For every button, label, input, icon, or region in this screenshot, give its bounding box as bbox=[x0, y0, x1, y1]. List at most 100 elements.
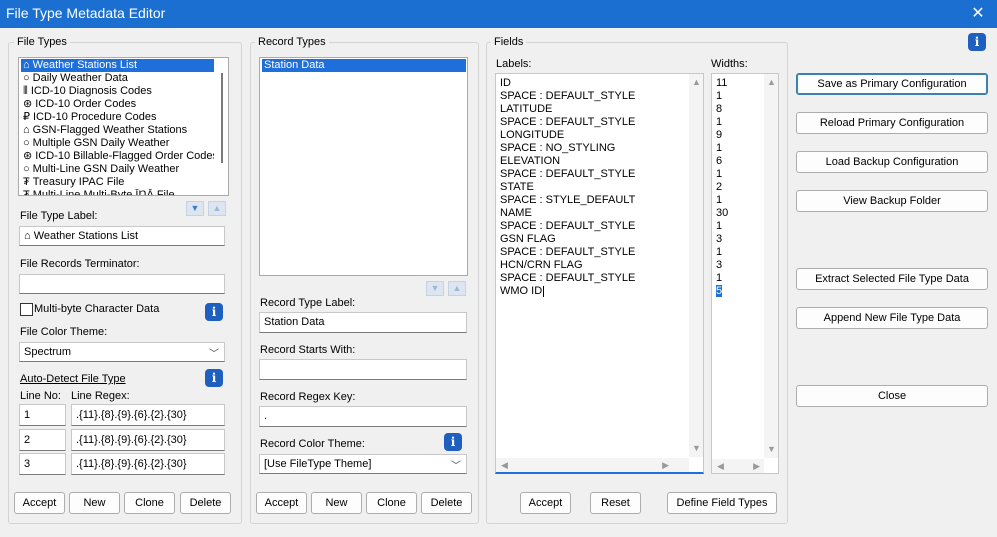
field-width-value: 1 bbox=[716, 194, 723, 206]
field-label-line: SPACE : DEFAULT_STYLE bbox=[500, 168, 636, 180]
file-type-move-up-button[interactable]: ▲ bbox=[208, 201, 226, 216]
scroll-up-icon[interactable]: ▲ bbox=[767, 77, 776, 87]
field-label-line: SPACE : DEFAULT_STYLE bbox=[500, 220, 636, 232]
labels-vertical-scrollbar[interactable]: ▲ ▼ bbox=[689, 74, 703, 457]
record-starts-with-input[interactable] bbox=[259, 359, 467, 380]
field-label-line: ID bbox=[500, 77, 511, 89]
multibyte-checkbox[interactable] bbox=[20, 303, 33, 316]
widths-textarea[interactable]: 11 1 8 1 9 1 6 1 2 1 30 1 3 1 3 1 5 ▲ ▼ ◀ ▶ bbox=[711, 73, 779, 474]
list-item[interactable]: ⌂ Weather Stations List bbox=[21, 59, 214, 72]
record-type-delete-button[interactable]: Delete bbox=[421, 492, 472, 514]
list-item[interactable]: ⦀ ICD-10 Diagnosis Codes bbox=[21, 85, 214, 98]
list-item[interactable]: ₮ Treasury IPAC File bbox=[21, 176, 214, 189]
line-regex-input-1[interactable]: .{11}.{8}.{9}.{6}.{2}.{30} bbox=[71, 404, 225, 426]
widths-vertical-scrollbar[interactable]: ▲ ▼ bbox=[764, 74, 778, 458]
file-type-accept-button[interactable]: Accept bbox=[14, 492, 65, 514]
define-field-types-button[interactable]: Define Field Types bbox=[667, 492, 777, 514]
chevron-up-icon: ▲ bbox=[212, 203, 222, 213]
line-no-input-2[interactable]: 2 bbox=[19, 429, 66, 451]
append-file-type-data-button[interactable]: Append New File Type Data bbox=[796, 307, 988, 329]
field-width-line: 1 bbox=[716, 272, 728, 285]
record-color-theme-select[interactable]: [Use FileType Theme] ﹀ bbox=[259, 454, 467, 474]
file-type-name: Multi-Line Multi-Byte ĪŊĀ File bbox=[32, 189, 175, 196]
file-types-scrollbar[interactable] bbox=[217, 59, 227, 194]
fields-accept-button[interactable]: Accept bbox=[520, 492, 571, 514]
widths-horizontal-scrollbar[interactable]: ◀ ▶ bbox=[712, 459, 764, 473]
fields-reset-button[interactable]: Reset bbox=[590, 492, 641, 514]
record-types-list[interactable]: Station Data bbox=[259, 57, 468, 276]
file-type-name: ICD-10 Order Codes bbox=[35, 98, 137, 110]
field-label-line: SPACE : DEFAULT_STYLE bbox=[500, 272, 636, 284]
field-width-line: 8 bbox=[716, 103, 728, 116]
field-width-value: 3 bbox=[716, 259, 723, 271]
extract-file-type-data-button[interactable]: Extract Selected File Type Data bbox=[796, 268, 988, 290]
reload-primary-config-button[interactable]: Reload Primary Configuration bbox=[796, 112, 988, 134]
multibyte-label: Multi-byte Character Data bbox=[34, 303, 160, 315]
record-type-label-input[interactable]: Station Data bbox=[259, 312, 467, 333]
line-no-caption: Line No: bbox=[20, 390, 61, 402]
record-type-clone-button[interactable]: Clone bbox=[366, 492, 417, 514]
list-item[interactable]: Station Data bbox=[262, 59, 466, 72]
field-width-value: 11 bbox=[716, 77, 728, 89]
info-icon[interactable]: i bbox=[205, 303, 223, 321]
scroll-right-icon[interactable]: ▶ bbox=[753, 461, 760, 472]
field-width-line: 1 bbox=[716, 90, 728, 103]
line-regex-input-2[interactable]: .{11}.{8}.{9}.{6}.{2}.{30} bbox=[71, 429, 225, 451]
file-type-clone-button[interactable]: Clone bbox=[124, 492, 175, 514]
chevron-down-icon: ▼ bbox=[430, 283, 440, 293]
file-types-list[interactable]: ⌂ Weather Stations List ○ Daily Weather Dat… bbox=[18, 57, 229, 196]
view-backup-folder-button[interactable]: View Backup Folder bbox=[796, 190, 988, 212]
file-color-theme-select[interactable]: Spectrum ﹀ bbox=[19, 342, 225, 362]
record-type-accept-button[interactable]: Accept bbox=[256, 492, 307, 514]
field-width-line: 2 bbox=[716, 181, 728, 194]
record-regex-key-caption: Record Regex Key: bbox=[260, 391, 356, 403]
list-item[interactable]: ⌂ GSN-Flagged Weather Stations bbox=[21, 124, 214, 137]
scroll-left-icon[interactable]: ◀ bbox=[501, 460, 508, 471]
labels-textarea[interactable]: ID SPACE : DEFAULT_STYLE LATITUDE SPACE : D… bbox=[495, 73, 704, 474]
field-width-value: 6 bbox=[716, 155, 723, 167]
list-item[interactable]: ○ Multi-Line GSN Daily Weather bbox=[21, 163, 214, 176]
scroll-down-icon[interactable]: ▼ bbox=[692, 443, 701, 453]
line-regex-input-3[interactable]: .{11}.{8}.{9}.{6}.{2}.{30} bbox=[71, 453, 225, 475]
field-width-line: 1 bbox=[716, 168, 728, 181]
load-backup-config-button[interactable]: Load Backup Configuration bbox=[796, 151, 988, 173]
scroll-down-icon[interactable]: ▼ bbox=[767, 444, 776, 454]
file-type-name: ICD-10 Procedure Codes bbox=[33, 111, 157, 123]
close-button[interactable]: Close bbox=[796, 385, 988, 407]
scroll-right-icon[interactable]: ▶ bbox=[662, 460, 669, 471]
record-type-move-up-button[interactable]: ▲ bbox=[448, 281, 466, 296]
file-type-name: Multiple GSN Daily Weather bbox=[32, 137, 170, 149]
record-type-new-button[interactable]: New bbox=[311, 492, 362, 514]
labels-horizontal-scrollbar[interactable]: ◀ ▶ bbox=[496, 458, 689, 472]
file-type-new-button[interactable]: New bbox=[69, 492, 120, 514]
file-type-icon: ⊛ bbox=[23, 98, 33, 110]
list-item[interactable]: ⊛ ICD-10 Billable-Flagged Order Codes bbox=[21, 150, 214, 163]
list-item[interactable]: ○ Multiple GSN Daily Weather bbox=[21, 137, 214, 150]
scroll-left-icon[interactable]: ◀ bbox=[717, 461, 724, 472]
info-icon[interactable]: i bbox=[205, 369, 223, 387]
list-item[interactable]: ₽ ICD-10 Procedure Codes bbox=[21, 111, 214, 124]
file-records-terminator-input[interactable] bbox=[19, 274, 225, 294]
file-type-delete-button[interactable]: Delete bbox=[180, 492, 231, 514]
line-regex-caption: Line Regex: bbox=[71, 390, 130, 402]
file-type-move-down-button[interactable]: ▼ bbox=[186, 201, 204, 216]
field-width-line: 6 bbox=[716, 155, 728, 168]
list-item[interactable]: ₮ Multi-Line Multi-Byte ĪŊĀ File bbox=[21, 189, 214, 196]
field-label-line: SPACE : DEFAULT_STYLE bbox=[500, 90, 636, 102]
close-icon[interactable]: ✕ bbox=[967, 3, 989, 25]
list-item[interactable]: ⊛ ICD-10 Order Codes bbox=[21, 98, 214, 111]
record-regex-key-input[interactable]: . bbox=[259, 406, 467, 427]
save-primary-config-button[interactable]: Save as Primary Configuration bbox=[796, 73, 988, 95]
field-label-line: LONGITUDE bbox=[500, 129, 565, 141]
line-no-input-1[interactable]: 1 bbox=[19, 404, 66, 426]
auto-detect-link[interactable]: Auto-Detect File Type bbox=[20, 373, 126, 385]
line-no-input-3[interactable]: 3 bbox=[19, 453, 66, 475]
scroll-up-icon[interactable]: ▲ bbox=[692, 77, 701, 87]
info-icon[interactable]: i bbox=[968, 33, 986, 51]
text-cursor bbox=[543, 285, 545, 297]
chevron-up-icon: ▲ bbox=[452, 283, 462, 293]
file-type-label-input[interactable]: ⌂ Weather Stations List bbox=[19, 226, 225, 246]
record-type-move-down-button[interactable]: ▼ bbox=[426, 281, 444, 296]
info-icon[interactable]: i bbox=[444, 433, 462, 451]
list-item[interactable]: ○ Daily Weather Data bbox=[21, 72, 214, 85]
